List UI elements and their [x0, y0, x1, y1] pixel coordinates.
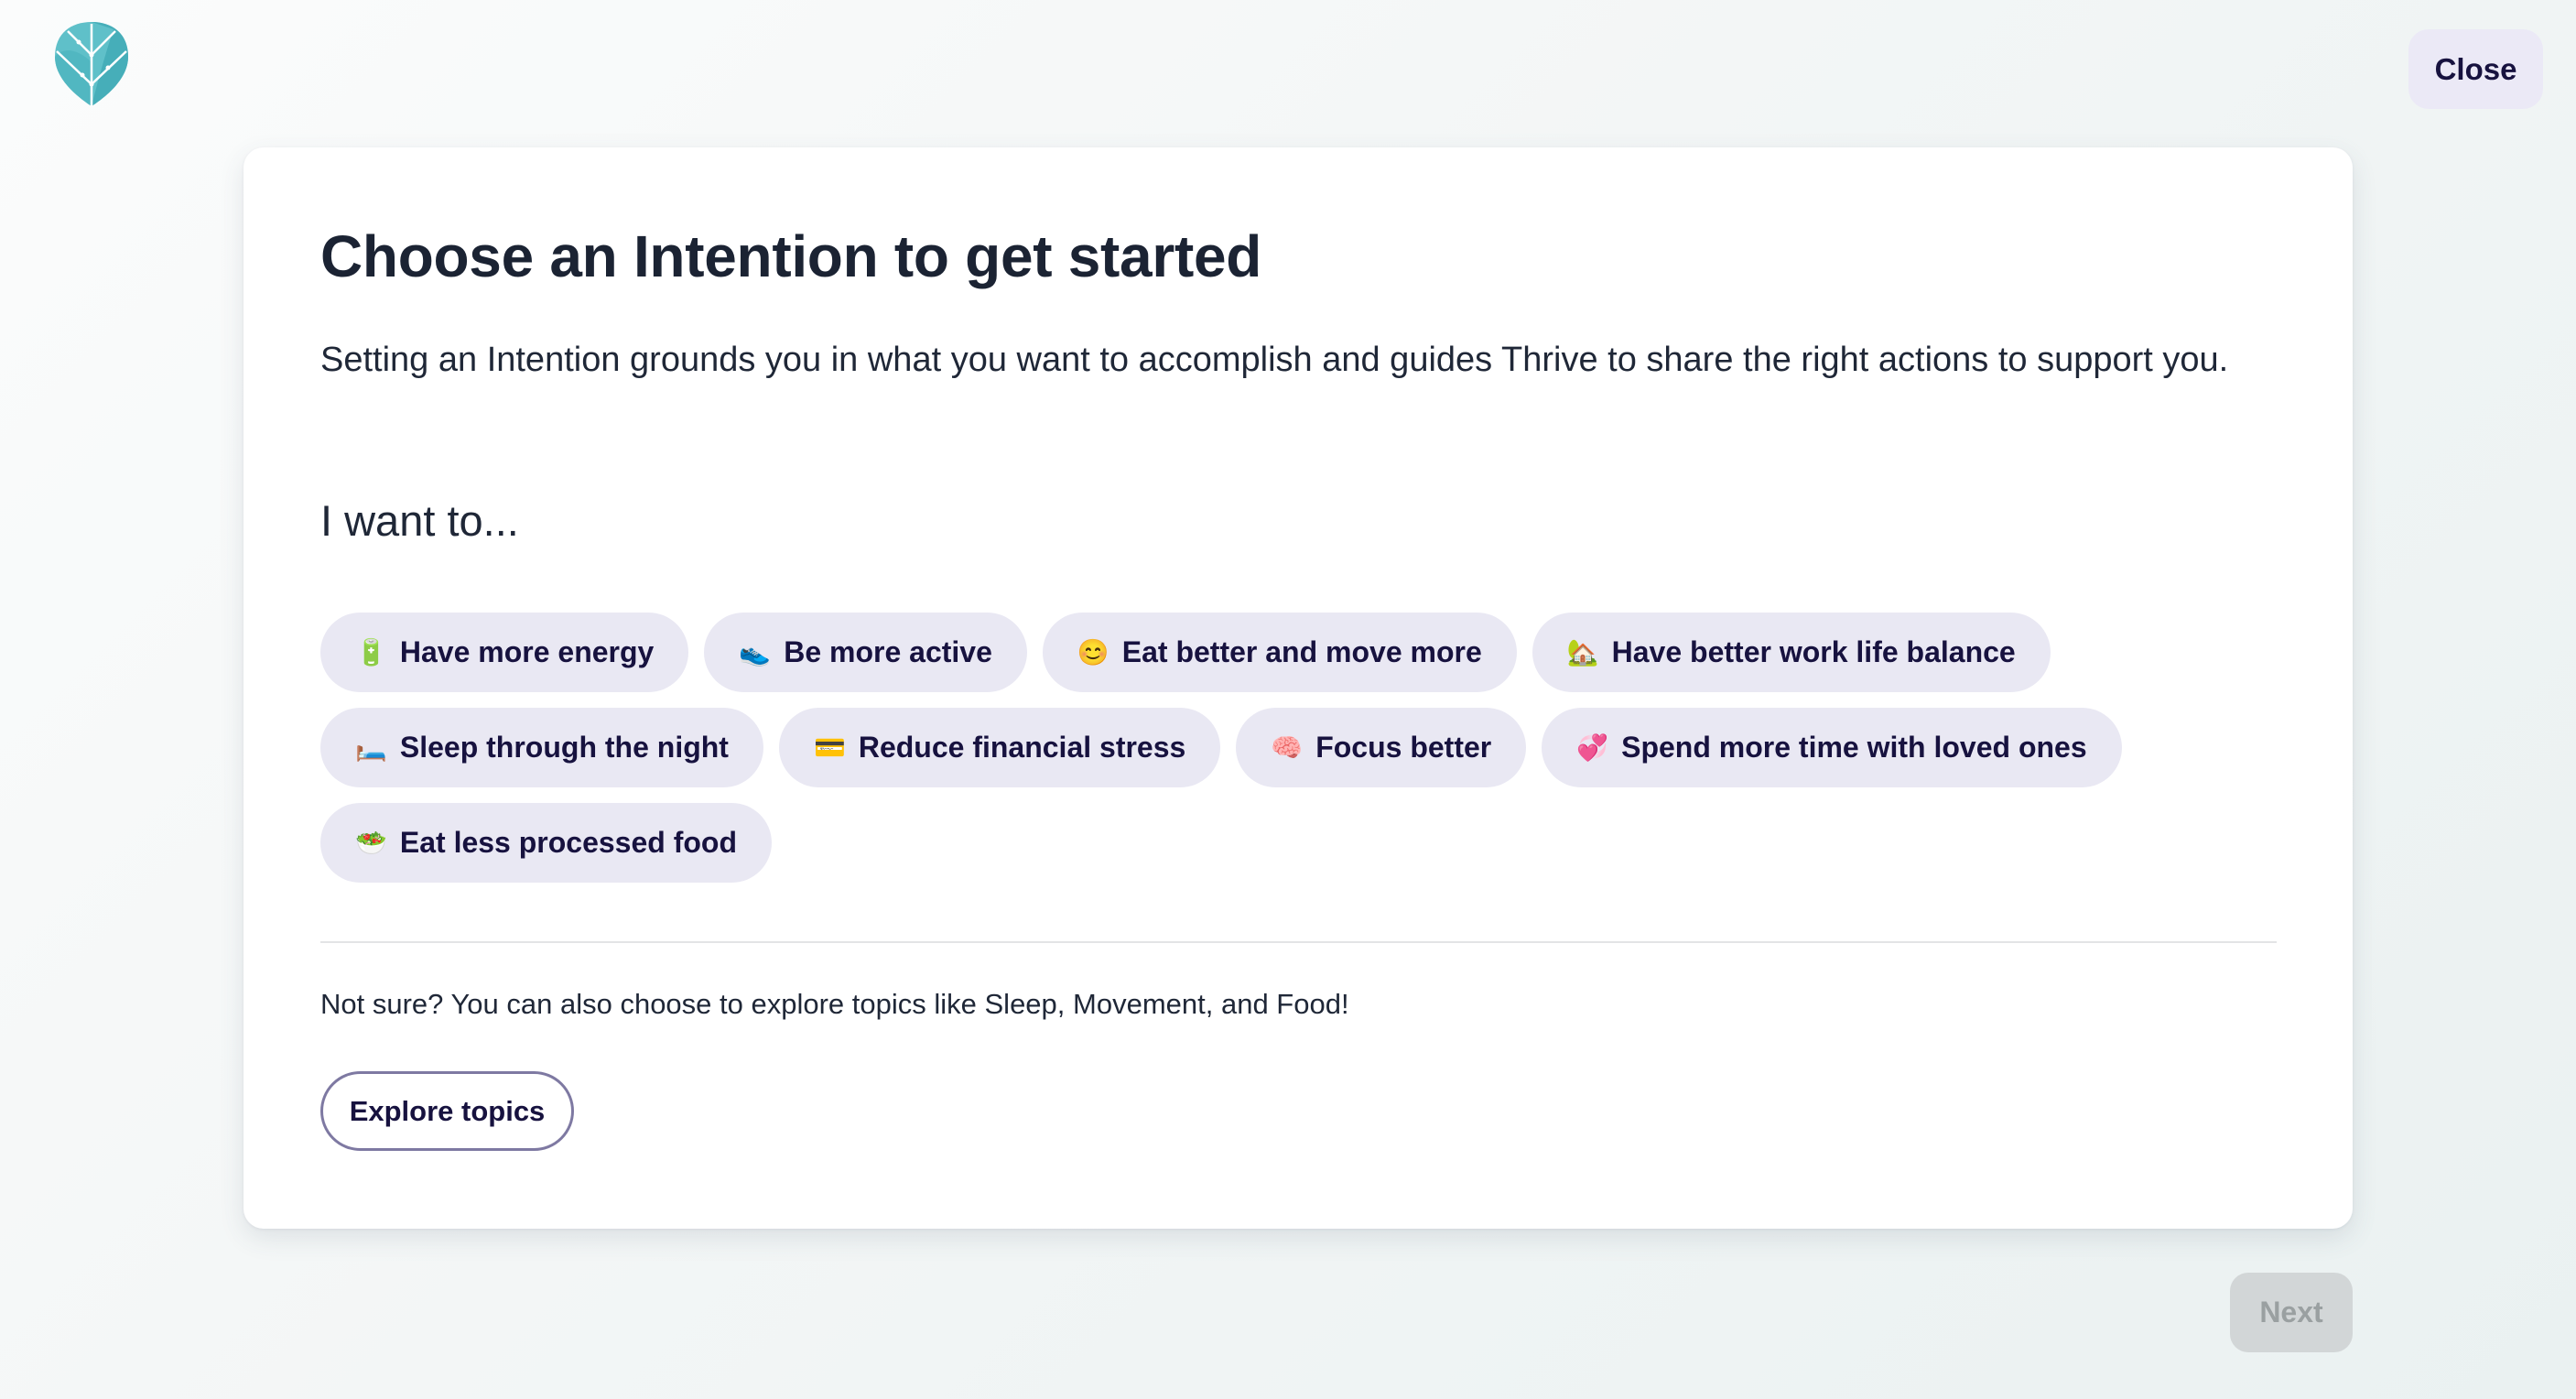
- bed-icon: 🛏️: [355, 732, 387, 762]
- intention-label: Have better work life balance: [1611, 635, 2016, 668]
- brain-icon: 🧠: [1271, 732, 1304, 762]
- explore-topics-button[interactable]: Explore topics: [320, 1071, 574, 1151]
- close-button[interactable]: Close: [2408, 29, 2543, 109]
- intention-chip-have-more-energy[interactable]: 🔋 Have more energy: [320, 613, 689, 692]
- revolving-hearts-icon: 💞: [1576, 732, 1609, 762]
- intention-label: Spend more time with loved ones: [1621, 731, 2087, 764]
- intention-label: Reduce financial stress: [858, 731, 1186, 764]
- intention-label: Eat better and move more: [1121, 635, 1482, 668]
- thrive-logo-icon: [55, 22, 128, 106]
- sneaker-icon: 👟: [739, 637, 772, 667]
- battery-icon: 🔋: [355, 637, 387, 667]
- intention-prompt: I want to...: [320, 496, 519, 545]
- section-divider: [320, 941, 2277, 943]
- house-with-garden-icon: 🏡: [1566, 637, 1599, 667]
- smiling-face-icon: 😊: [1077, 637, 1109, 667]
- next-button[interactable]: Next: [2230, 1273, 2353, 1352]
- intention-label: Have more energy: [399, 635, 655, 668]
- salad-icon: 🥗: [355, 828, 387, 857]
- intention-label: Be more active: [784, 635, 992, 668]
- intention-chip-reduce-financial-stress[interactable]: 💳 Reduce financial stress: [778, 708, 1221, 787]
- intention-options: 🔋 Have more energy 👟 Be more active 😊 Ea…: [320, 613, 2298, 883]
- intention-chip-eat-less-processed-food[interactable]: 🥗 Eat less processed food: [320, 803, 772, 883]
- credit-card-icon: 💳: [813, 732, 846, 762]
- intention-chip-eat-better-and-move-more[interactable]: 😊 Eat better and move more: [1042, 613, 1517, 692]
- intro-description: Setting an Intention grounds you in what…: [320, 341, 2229, 379]
- intention-chip-sleep-through-the-night[interactable]: 🛏️ Sleep through the night: [320, 708, 763, 787]
- intention-card: Choose an Intention to get started Setti…: [244, 147, 2353, 1229]
- intention-label: Focus better: [1315, 731, 1492, 764]
- page-title: Choose an Intention to get started: [320, 223, 1262, 289]
- intention-label: Eat less processed food: [399, 826, 737, 859]
- intention-chip-spend-time-with-loved-ones[interactable]: 💞 Spend more time with loved ones: [1542, 708, 2122, 787]
- explore-hint-text: Not sure? You can also choose to explore…: [320, 988, 1349, 1020]
- intention-chip-be-more-active[interactable]: 👟 Be more active: [704, 613, 1027, 692]
- intention-chip-work-life-balance[interactable]: 🏡 Have better work life balance: [1532, 613, 2051, 692]
- intention-label: Sleep through the night: [399, 731, 729, 764]
- intention-chip-focus-better[interactable]: 🧠 Focus better: [1236, 708, 1527, 787]
